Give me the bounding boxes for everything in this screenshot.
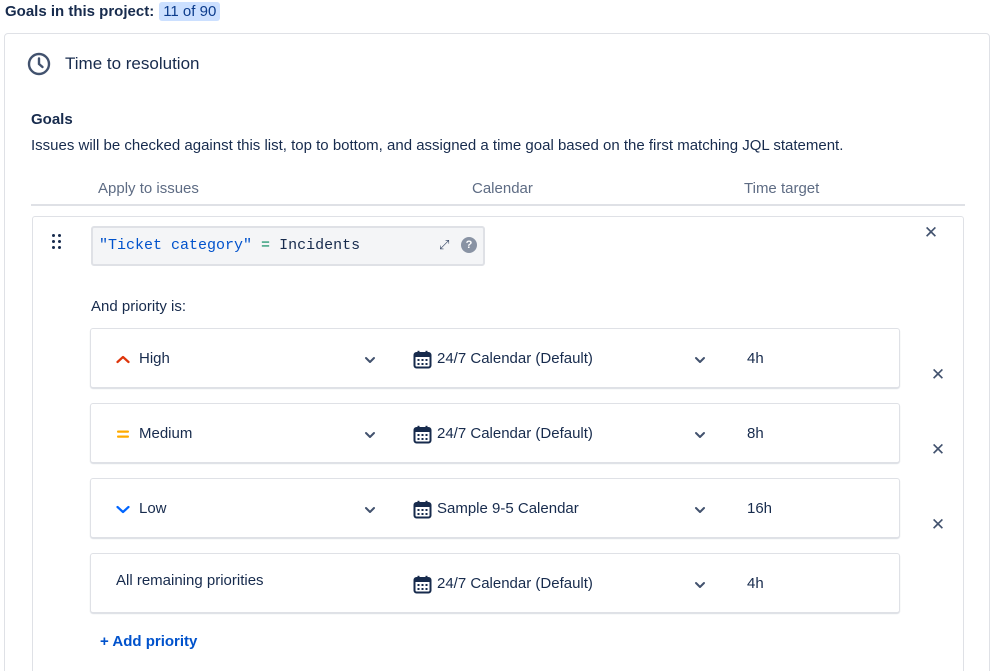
calendar-icon: [413, 425, 432, 444]
priority-label: And priority is:: [91, 298, 187, 315]
goals-heading: Goals: [31, 111, 73, 128]
goal-rule: "Ticket category" = Incidents ⤢ ? ✕ And …: [32, 216, 964, 671]
column-header-calendar: Calendar: [472, 180, 533, 197]
time-target-input[interactable]: 16h: [747, 500, 772, 517]
priority-row-high: High 24/7 Calendar (Default) 4h: [90, 328, 900, 388]
calendar-select[interactable]: 24/7 Calendar (Default): [437, 425, 593, 442]
add-priority-button[interactable]: + Add priority: [100, 633, 197, 650]
priority-remaining-label: All remaining priorities: [116, 572, 264, 589]
calendar-icon: [413, 575, 432, 594]
card-header: Time to resolution: [27, 52, 199, 76]
column-headers: Apply to issues Calendar Time target: [31, 178, 965, 206]
priority-select[interactable]: High: [139, 350, 170, 367]
chevron-down-icon[interactable]: [693, 503, 707, 515]
priority-low-icon: [115, 501, 131, 517]
chevron-down-icon[interactable]: [363, 503, 377, 515]
priority-row-low: Low Sample 9-5 Calendar 16h: [90, 478, 900, 538]
drag-handle-icon[interactable]: [52, 234, 62, 250]
chevron-down-icon[interactable]: [693, 578, 707, 590]
priority-row-medium: Medium 24/7 Calendar (Default) 8h: [90, 403, 900, 463]
help-icon[interactable]: ?: [461, 237, 477, 253]
chevron-down-icon[interactable]: [693, 353, 707, 365]
goals-description: Issues will be checked against this list…: [31, 137, 844, 154]
column-header-time-target: Time target: [744, 180, 820, 197]
time-target-input[interactable]: 8h: [747, 425, 764, 442]
expand-icon[interactable]: ⤢: [439, 238, 455, 254]
priority-row-remaining: All remaining priorities 24/7 Calendar (…: [90, 553, 900, 613]
calendar-select[interactable]: 24/7 Calendar (Default): [437, 350, 593, 367]
remove-priority-button[interactable]: ✕: [928, 365, 948, 385]
goals-count-label: Goals in this project:: [5, 2, 155, 20]
jql-operator: =: [261, 237, 271, 254]
remove-priority-button[interactable]: ✕: [928, 440, 948, 460]
chevron-down-icon[interactable]: [693, 428, 707, 440]
calendar-icon: [413, 350, 432, 369]
goals-count-line: Goals in this project: 11 of 90: [5, 1, 221, 21]
calendar-select[interactable]: Sample 9-5 Calendar: [437, 500, 579, 517]
priority-select[interactable]: Medium: [139, 425, 192, 442]
card-title: Time to resolution: [65, 54, 200, 73]
goals-count-badge: 11 of 90: [159, 1, 221, 21]
jql-value: Incidents: [279, 237, 361, 254]
clock-icon: [27, 52, 51, 76]
calendar-select[interactable]: 24/7 Calendar (Default): [437, 575, 593, 592]
jql-field: "Ticket category": [99, 237, 253, 254]
priority-medium-icon: [115, 426, 131, 442]
time-to-resolution-card: Time to resolution Goals Issues will be …: [4, 33, 990, 671]
column-header-apply: Apply to issues: [98, 180, 199, 197]
time-target-input[interactable]: 4h: [747, 575, 764, 592]
chevron-down-icon[interactable]: [363, 428, 377, 440]
chevron-down-icon[interactable]: [363, 353, 377, 365]
jql-input[interactable]: "Ticket category" = Incidents ⤢ ?: [91, 226, 485, 266]
remove-rule-button[interactable]: ✕: [921, 223, 941, 243]
calendar-icon: [413, 500, 432, 519]
time-target-input[interactable]: 4h: [747, 350, 764, 367]
priority-select[interactable]: Low: [139, 500, 167, 517]
priority-high-icon: [115, 351, 131, 367]
remove-priority-button[interactable]: ✕: [928, 515, 948, 535]
